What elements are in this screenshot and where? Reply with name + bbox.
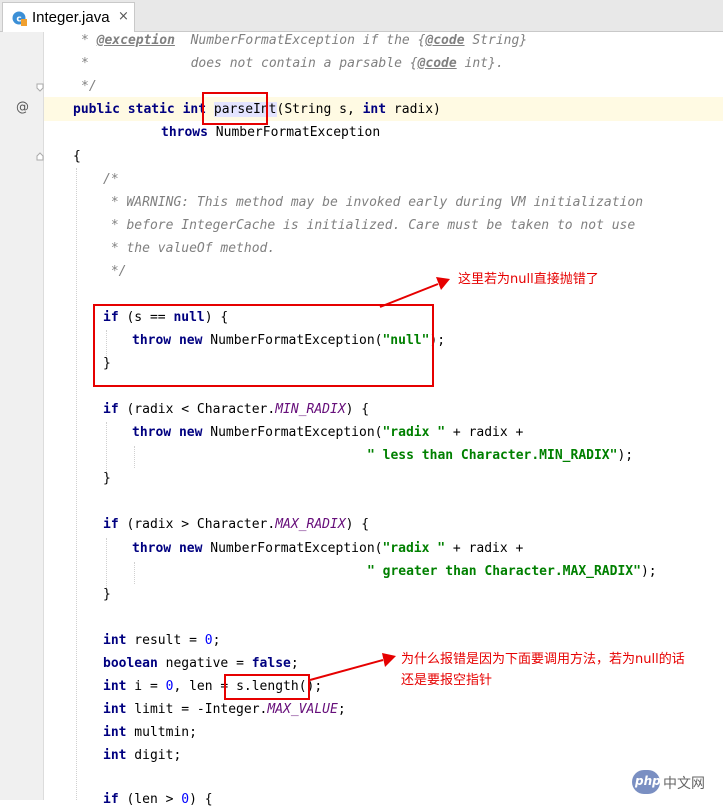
arrow-head-1-icon	[436, 277, 450, 290]
annotation-arrows	[309, 277, 450, 681]
arrow-head-2-icon	[382, 653, 396, 667]
php-logo-icon: php	[632, 770, 661, 794]
annotation-arrow-1	[379, 283, 439, 308]
annotation-arrow-2	[309, 659, 384, 681]
php-cn-watermark: php 中文网	[632, 770, 720, 796]
annotation-note-2-line2: 还是要报空指针	[401, 673, 493, 688]
annotation-note-1: 这里若为null直接抛错了	[458, 272, 599, 287]
annotation-note-2-line1: 为什么报错是因为下面要调用方法，若为null的话	[401, 652, 685, 667]
